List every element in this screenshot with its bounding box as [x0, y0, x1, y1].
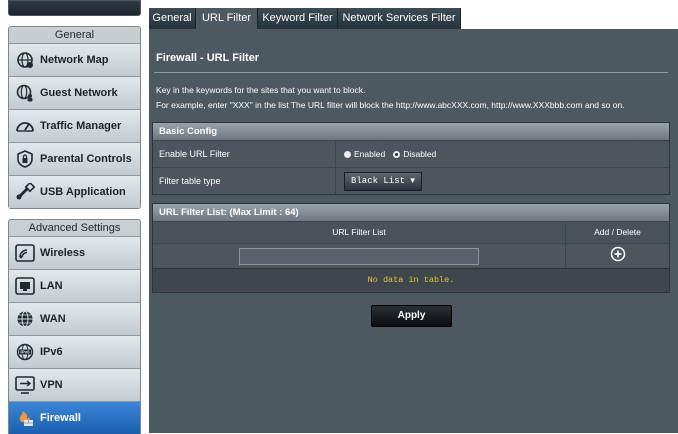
- guest-globe-icon: [14, 83, 36, 103]
- advanced-menu-group: Advanced Settings Wireless LAN WAN IPv6 …: [8, 219, 141, 434]
- add-cell: [566, 244, 669, 268]
- url-filter-input-row: [153, 243, 669, 268]
- sidebar-item-label: WAN: [40, 313, 66, 325]
- tab-keyword-filter[interactable]: Keyword Filter: [258, 8, 338, 29]
- disabled-radio-option[interactable]: Disabled: [393, 149, 436, 159]
- add-button[interactable]: [610, 246, 626, 267]
- title-divider: [154, 72, 668, 73]
- sidebar-item-wireless[interactable]: Wireless: [9, 236, 140, 269]
- filter-table-type-cell: Black List ▾: [336, 168, 669, 194]
- ipv6-globe-icon: IPv6: [14, 342, 36, 362]
- sidebar-item-label: VPN: [40, 379, 63, 391]
- sidebar-item-label: Traffic Manager: [40, 120, 122, 132]
- sidebar: General Network Map Guest Network Traffi…: [8, 0, 141, 434]
- sidebar-item-label: Wireless: [40, 247, 86, 259]
- advanced-group-label: Advanced Settings: [28, 222, 121, 234]
- wifi-icon: [14, 243, 36, 263]
- sidebar-item-label: IPv6: [40, 346, 63, 358]
- sidebar-top-cap: [8, 0, 141, 16]
- enabled-radio[interactable]: [344, 150, 351, 158]
- tab-bar: General URL Filter Keyword Filter Networ…: [149, 0, 678, 29]
- enable-url-filter-options: Enabled Disabled: [336, 141, 669, 167]
- globe-network-icon: [14, 50, 36, 70]
- sidebar-item-ipv6[interactable]: IPv6 IPv6: [9, 335, 140, 368]
- sidebar-item-label: Network Map: [40, 54, 109, 66]
- content-area: Firewall - URL Filter Key in the keyword…: [149, 29, 678, 433]
- parental-lock-icon: [14, 149, 36, 169]
- sidebar-item-label: USB Application: [40, 186, 126, 198]
- main-panel: General URL Filter Keyword Filter Networ…: [149, 0, 678, 433]
- enabled-radio-label: Enabled: [354, 149, 386, 159]
- general-menu-group: General Network Map Guest Network Traffi…: [8, 26, 141, 209]
- url-filter-list-header: URL Filter List: (Max Limit : 64): [153, 204, 669, 221]
- url-filter-list-columns: URL Filter List Add / Delete: [153, 221, 669, 243]
- sidebar-item-usb-application[interactable]: USB Application: [9, 175, 140, 208]
- tab-general[interactable]: General: [149, 8, 196, 29]
- filter-table-type-select[interactable]: Black List ▾: [344, 171, 422, 191]
- url-filter-list-table: URL Filter List: (Max Limit : 64) URL Fi…: [152, 203, 670, 293]
- tab-network-services-filter[interactable]: Network Services Filter: [338, 8, 461, 29]
- sidebar-item-parental-controls[interactable]: Parental Controls: [9, 142, 140, 175]
- sidebar-item-firewall[interactable]: Firewall: [9, 401, 140, 434]
- enable-url-filter-row: Enable URL Filter Enabled Disabled: [153, 140, 669, 167]
- vpn-icon: [14, 375, 36, 395]
- empty-table-message: No data in table.: [153, 268, 669, 292]
- usb-icon: [14, 182, 36, 202]
- description-line-2: For example, enter "XXX" in the list The…: [156, 100, 625, 110]
- sidebar-item-wan[interactable]: WAN: [9, 302, 140, 335]
- sidebar-item-lan[interactable]: LAN: [9, 269, 140, 302]
- disabled-radio[interactable]: [393, 150, 401, 158]
- sidebar-item-label: Firewall: [40, 412, 81, 424]
- add-circle-icon: [610, 246, 625, 261]
- speedometer-icon: [14, 116, 36, 136]
- add-delete-column-header: Add / Delete: [594, 227, 641, 237]
- disabled-radio-label: Disabled: [403, 149, 437, 159]
- sidebar-item-vpn[interactable]: VPN: [9, 368, 140, 401]
- url-filter-list-column-header: URL Filter List: [153, 222, 566, 243]
- wan-globe-icon: [14, 309, 36, 329]
- description-line-1: Key in the keywords for the sites that y…: [156, 85, 366, 95]
- tab-url-filter[interactable]: URL Filter: [196, 8, 258, 29]
- enabled-radio-option[interactable]: Enabled: [344, 149, 385, 159]
- filter-table-type-label: Filter table type: [153, 168, 336, 194]
- sidebar-item-guest-network[interactable]: Guest Network: [9, 76, 140, 109]
- sidebar-item-label: Guest Network: [40, 87, 118, 99]
- sidebar-item-label: Parental Controls: [40, 153, 132, 165]
- basic-config-table: Basic Config Enable URL Filter Enabled D…: [152, 122, 670, 195]
- sidebar-item-label: LAN: [40, 280, 63, 292]
- firewall-icon: [14, 408, 36, 428]
- basic-config-header: Basic Config: [153, 123, 669, 140]
- lan-icon: [14, 276, 36, 296]
- sidebar-item-traffic-manager[interactable]: Traffic Manager: [9, 109, 140, 142]
- enable-url-filter-label: Enable URL Filter: [153, 141, 336, 167]
- url-keyword-input[interactable]: [239, 247, 479, 265]
- filter-table-type-row: Filter table type Black List ▾: [153, 167, 669, 194]
- sidebar-item-network-map[interactable]: Network Map: [9, 43, 140, 76]
- general-group-label: General: [54, 29, 95, 41]
- page-title: Firewall - URL Filter: [156, 52, 260, 64]
- apply-button[interactable]: Apply: [371, 305, 452, 327]
- url-filter-input-cell: [153, 244, 566, 268]
- svg-text:IPv6: IPv6: [20, 350, 30, 355]
